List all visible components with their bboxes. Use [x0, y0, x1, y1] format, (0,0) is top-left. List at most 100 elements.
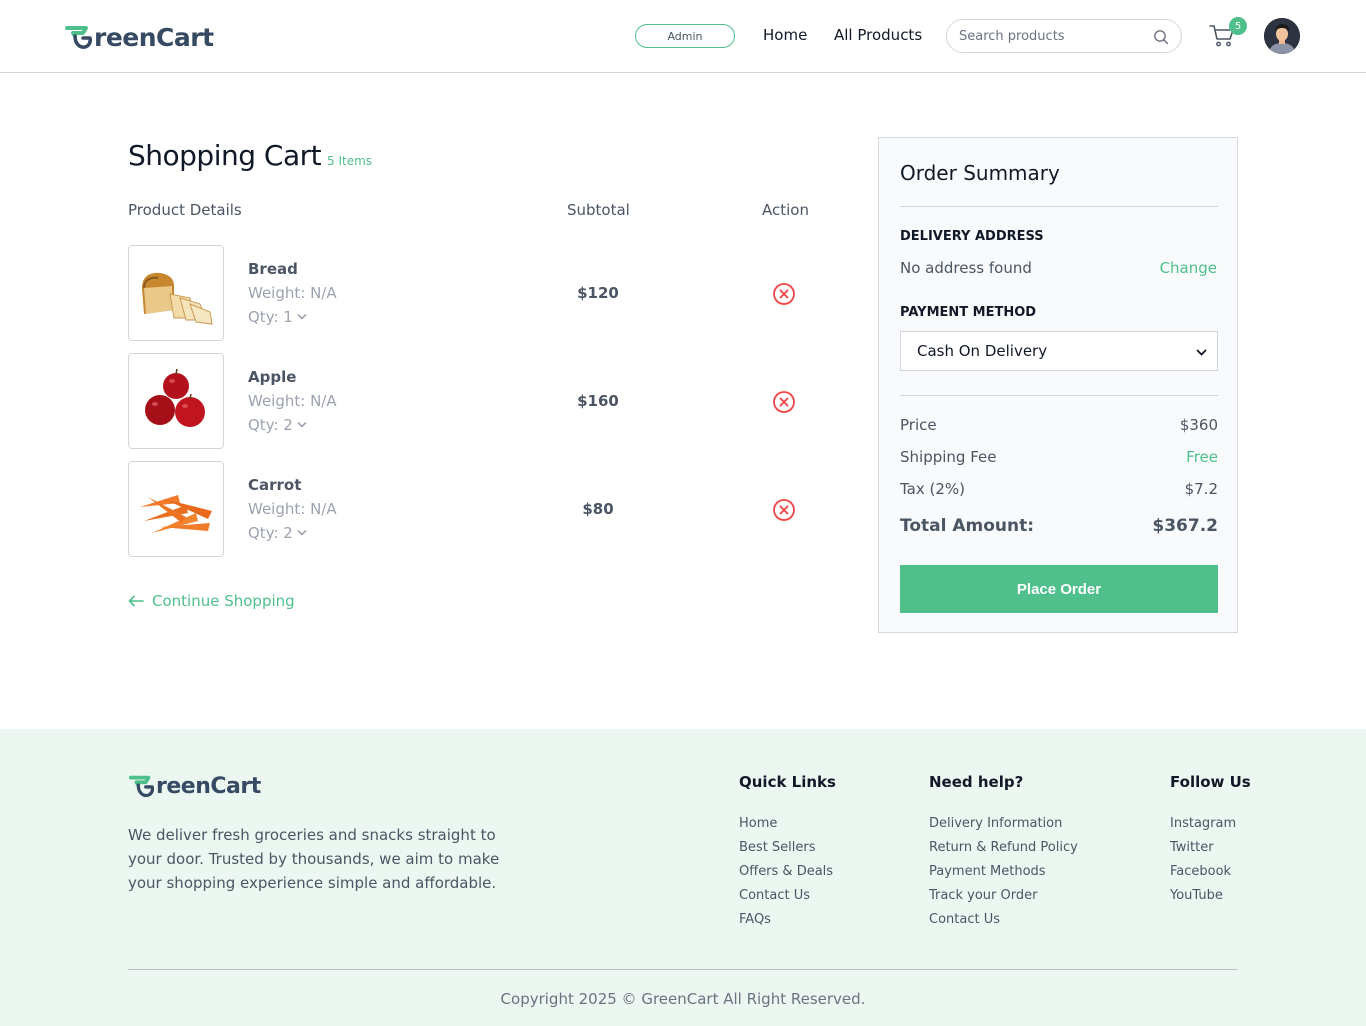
product-name: Bread [248, 260, 298, 278]
cart-count-badge: 5 [1229, 17, 1247, 35]
apple-image [145, 368, 205, 427]
quantity-selector[interactable]: Qty: 1 [248, 308, 307, 326]
remove-item-icon[interactable] [772, 498, 796, 522]
cart-item-row: Carrot Weight: N/A Qty: 2 $80 [128, 461, 828, 557]
price-row: Price $360 [900, 416, 1218, 434]
remove-item-icon[interactable] [772, 390, 796, 414]
column-header-subtotal: Subtotal [567, 201, 630, 219]
footer: reenCart We deliver fresh groceries and … [0, 729, 1366, 1026]
greencart-logo[interactable]: reenCart [64, 20, 214, 54]
search-icon[interactable] [1153, 29, 1169, 45]
footer-logo[interactable]: reenCart [128, 771, 261, 801]
footer-link[interactable]: Payment Methods [929, 863, 1078, 887]
product-subtotal: $160 [577, 392, 619, 410]
delivery-address-label: DELIVERY ADDRESS [900, 229, 1044, 244]
footer-link[interactable]: FAQs [739, 911, 836, 935]
chevron-down-icon [1196, 349, 1207, 356]
chevron-down-icon [297, 314, 307, 320]
logo-g-icon [65, 26, 92, 49]
chevron-down-icon [297, 422, 307, 428]
footer-column-title: Need help? [929, 773, 1024, 791]
bread-image [142, 272, 213, 325]
payment-method-select[interactable]: Cash On Delivery [900, 331, 1218, 371]
footer-link[interactable]: Facebook [1170, 863, 1251, 887]
payment-method-label: PAYMENT METHOD [900, 305, 1037, 320]
cart-item-row: Bread Weight: N/A Qty: 1 $120 [128, 245, 828, 341]
product-weight: Weight: N/A [248, 284, 337, 302]
chevron-down-icon [297, 530, 307, 536]
column-header-product: Product Details [128, 201, 242, 219]
tax-value: $7.2 [1184, 480, 1218, 498]
top-navbar: reenCart Admin Home All Products 5 [0, 0, 1366, 73]
quantity-label: Qty: 2 [248, 524, 293, 542]
product-subtotal: $120 [577, 284, 619, 302]
item-count: 5 Items [327, 154, 373, 168]
shipping-label: Shipping Fee [900, 448, 997, 466]
admin-button[interactable]: Admin [635, 24, 735, 48]
footer-column-follow-us: Follow Us Instagram Twitter Facebook You… [1170, 773, 1251, 911]
product-thumbnail[interactable] [128, 353, 224, 449]
shipping-value: Free [1186, 448, 1218, 466]
footer-divider [128, 969, 1238, 970]
footer-link[interactable]: YouTube [1170, 887, 1251, 911]
column-header-action: Action [762, 201, 809, 219]
total-value: $367.2 [1152, 516, 1218, 536]
footer-column-title: Follow Us [1170, 773, 1251, 791]
remove-item-icon[interactable] [772, 282, 796, 306]
carrot-image [140, 495, 212, 533]
total-label: Total Amount: [900, 516, 1035, 536]
place-order-button[interactable]: Place Order [900, 565, 1218, 613]
footer-column-need-help: Need help? Delivery Information Return &… [929, 773, 1078, 935]
quantity-selector[interactable]: Qty: 2 [248, 524, 307, 542]
order-summary-panel: Order Summary DELIVERY ADDRESS No addres… [878, 137, 1238, 633]
search-input[interactable] [959, 28, 1139, 44]
nav-link-all-products[interactable]: All Products [834, 26, 922, 44]
cart-item-row: Apple Weight: N/A Qty: 2 $160 [128, 353, 828, 449]
change-address-button[interactable]: Change [1160, 259, 1217, 277]
quantity-label: Qty: 2 [248, 416, 293, 434]
product-weight: Weight: N/A [248, 392, 337, 410]
footer-column-title: Quick Links [739, 773, 836, 791]
product-name: Apple [248, 368, 297, 386]
footer-column-quick-links: Quick Links Home Best Sellers Offers & D… [739, 773, 836, 935]
footer-link[interactable]: Contact Us [929, 911, 1078, 935]
delivery-address-value: No address found [900, 259, 1032, 277]
search-bar [946, 19, 1182, 53]
order-summary-title: Order Summary [900, 161, 1060, 185]
page-title: Shopping Cart [128, 139, 322, 172]
copyright-text: Copyright 2025 © GreenCart All Right Res… [500, 990, 866, 1008]
footer-description: We deliver fresh groceries and snacks st… [128, 826, 500, 892]
logo-g-icon [128, 775, 155, 798]
user-avatar[interactable] [1264, 18, 1300, 54]
arrow-left-icon [128, 595, 144, 607]
price-value: $360 [1179, 416, 1218, 434]
continue-shopping-label: Continue Shopping [152, 592, 295, 610]
footer-link[interactable]: Return & Refund Policy [929, 839, 1078, 863]
tax-label: Tax (2%) [900, 480, 966, 498]
footer-link[interactable]: Delivery Information [929, 815, 1078, 839]
footer-link[interactable]: Home [739, 815, 836, 839]
tax-row: Tax (2%) $7.2 [900, 480, 1218, 498]
avatar-icon [1264, 18, 1300, 54]
product-subtotal: $80 [582, 500, 614, 518]
quantity-label: Qty: 1 [248, 308, 293, 326]
footer-link[interactable]: Track your Order [929, 887, 1078, 911]
footer-link[interactable]: Twitter [1170, 839, 1251, 863]
footer-link[interactable]: Instagram [1170, 815, 1251, 839]
nav-link-home[interactable]: Home [763, 26, 807, 44]
quantity-selector[interactable]: Qty: 2 [248, 416, 307, 434]
product-name: Carrot [248, 476, 302, 494]
footer-logo-text: reenCart [156, 773, 261, 799]
product-weight: Weight: N/A [248, 500, 337, 518]
divider [900, 206, 1218, 207]
product-thumbnail[interactable] [128, 245, 224, 341]
footer-link[interactable]: Offers & Deals [739, 863, 836, 887]
shipping-row: Shipping Fee Free [900, 448, 1218, 466]
divider [900, 395, 1218, 396]
product-thumbnail[interactable] [128, 461, 224, 557]
footer-link[interactable]: Best Sellers [739, 839, 836, 863]
total-row: Total Amount: $367.2 [900, 516, 1218, 536]
footer-link[interactable]: Contact Us [739, 887, 836, 911]
price-label: Price [900, 416, 937, 434]
continue-shopping-link[interactable]: Continue Shopping [128, 592, 295, 610]
